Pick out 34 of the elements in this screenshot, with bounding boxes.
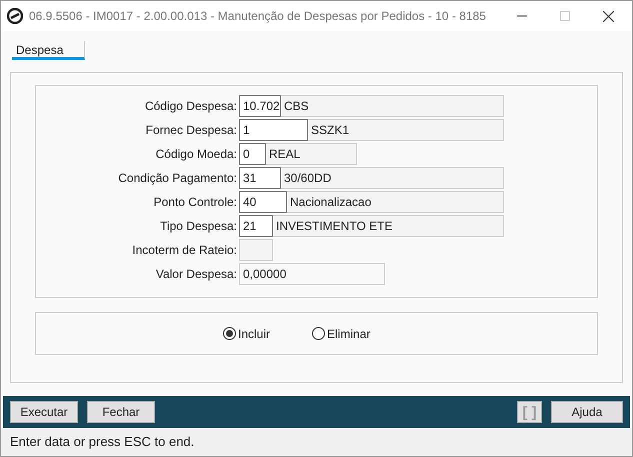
field-label: Código Despesa: bbox=[144, 98, 237, 115]
code-field[interactable]: 21 bbox=[239, 215, 273, 237]
description-field: REAL bbox=[266, 143, 357, 165]
code-field[interactable]: 40 bbox=[239, 191, 287, 213]
radio-button[interactable] bbox=[223, 327, 236, 340]
action-button[interactable]: Ajuda bbox=[551, 401, 623, 423]
description-field: CBS bbox=[281, 95, 504, 117]
action-button[interactable]: Fechar bbox=[87, 401, 155, 423]
window-title: 06.9.5506 - IM0017 - 2.00.00.013 - Manutenção de Despesas por Pedidos - 10 - 8185 bbox=[29, 8, 486, 25]
field-label: Fornec Despesa: bbox=[146, 122, 237, 139]
description-field: Nacionalizacao bbox=[287, 191, 504, 213]
description-field: SSZK1 bbox=[308, 119, 504, 141]
description-field: 30/60DD bbox=[281, 167, 504, 189]
code-field[interactable]: 1 bbox=[239, 119, 308, 141]
description-field: INVESTIMENTO ETE bbox=[273, 215, 504, 237]
field-label: Ponto Controle: bbox=[154, 194, 237, 211]
field-label: Condição Pagamento: bbox=[118, 170, 237, 187]
value-field[interactable]: 0,00000 bbox=[239, 263, 385, 285]
status-text: Enter data or press ESC to end. bbox=[10, 433, 194, 452]
close-icon[interactable] bbox=[603, 10, 614, 22]
field-label: Tipo Despesa: bbox=[160, 218, 237, 235]
code-field[interactable]: 10.702 bbox=[239, 95, 281, 117]
field-label: Código Moeda: bbox=[156, 146, 237, 163]
code-field[interactable]: 0 bbox=[239, 143, 266, 165]
field-label: Incoterm de Rateio: bbox=[132, 242, 237, 259]
radio-option[interactable]: Incluir bbox=[223, 324, 270, 342]
action-button[interactable]: Executar bbox=[10, 401, 78, 423]
radio-option[interactable]: Eliminar bbox=[312, 324, 370, 342]
field-label: Valor Despesa: bbox=[156, 266, 237, 283]
app-logo-icon bbox=[7, 8, 23, 24]
tab[interactable]: Despesa bbox=[12, 41, 85, 60]
code-field[interactable]: 31 bbox=[239, 167, 281, 189]
input-field[interactable] bbox=[239, 239, 273, 261]
radio-button[interactable] bbox=[312, 327, 326, 340]
